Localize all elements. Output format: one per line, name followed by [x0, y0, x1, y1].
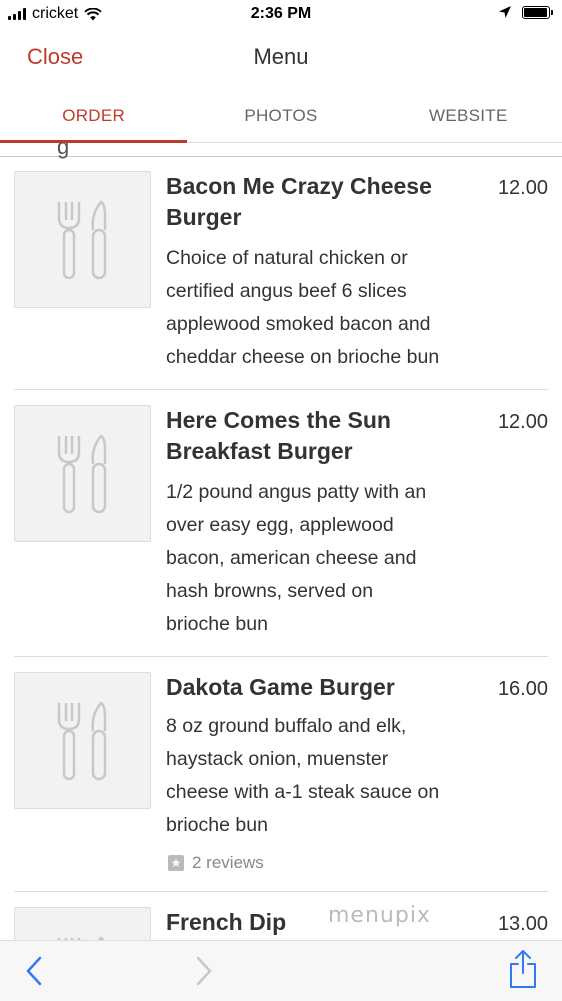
item-description: Choice of natural chicken or certified a… — [166, 242, 486, 374]
watermark: menupix — [328, 903, 431, 928]
description-line: Choice of natural chicken or — [166, 247, 408, 269]
fork-knife-icon — [57, 701, 107, 781]
item-thumbnail — [14, 171, 151, 308]
location-arrow-icon — [499, 6, 511, 18]
previous-section-edge: g — [0, 143, 562, 159]
tab-photos[interactable]: PHOTOS — [187, 86, 374, 142]
battery-fill — [524, 7, 548, 17]
item-name-line: Breakfast Burger — [166, 438, 353, 464]
item-name-line: Burger — [166, 204, 242, 230]
page-title: Menu — [253, 44, 309, 69]
description-line: 1/2 pound angus patty with an — [166, 481, 427, 503]
bottom-toolbar — [0, 940, 562, 1001]
item-price: 16.00 — [497, 678, 548, 700]
fork-knife-icon — [57, 434, 107, 514]
item-description: 1/2 pound angus patty with an over easy … — [166, 476, 486, 641]
description-line: certified angus beef 6 slices — [166, 280, 407, 302]
chevron-right-icon — [196, 956, 212, 986]
item-name-line: Bacon Me Crazy Cheese — [166, 173, 432, 199]
status-bar: cricket 2:36 PM — [0, 0, 562, 30]
divider — [14, 891, 548, 892]
description-line: hash browns, served on — [166, 580, 374, 602]
reviews-link[interactable]: ★ 2 reviews — [168, 853, 264, 873]
divider — [14, 656, 548, 657]
status-time: 2:36 PM — [250, 5, 312, 22]
chevron-left-icon — [26, 956, 42, 986]
navigation-bar: Close Menu — [0, 30, 562, 86]
share-button[interactable] — [508, 949, 538, 994]
item-price: 12.00 — [497, 177, 548, 199]
item-thumbnail — [14, 672, 151, 809]
description-line: brioche bun — [166, 613, 268, 635]
share-icon — [510, 950, 536, 988]
back-button[interactable] — [22, 953, 46, 994]
status-right — [498, 5, 553, 19]
item-price: 12.00 — [497, 411, 548, 433]
divider — [14, 389, 548, 390]
description-line: cheddar cheese on brioche bun — [166, 346, 440, 368]
description-line: over easy egg, applewood — [166, 514, 394, 536]
fork-knife-icon — [57, 200, 107, 280]
tab-website[interactable]: WEBSITE — [375, 86, 562, 142]
description-line: applewood smoked bacon and — [166, 313, 431, 335]
item-thumbnail — [14, 405, 151, 542]
item-price: 13.00 — [497, 913, 548, 935]
tab-order[interactable]: ORDER — [0, 86, 188, 143]
item-name-line: Here Comes the Sun — [166, 407, 391, 433]
description-line: cheese with a-1 steak sauce on — [166, 781, 440, 803]
battery-icon — [522, 5, 553, 19]
tab-bar: ORDER PHOTOS WEBSITE — [0, 86, 562, 143]
description-line: haystack onion, muenster — [166, 748, 389, 770]
item-thumbnail — [14, 907, 151, 940]
item-description: 8 oz ground buffalo and elk, haystack on… — [166, 710, 486, 842]
reviews-count: 2 reviews — [192, 853, 264, 872]
item-name: Here Comes the Sun Breakfast Burger — [166, 405, 466, 467]
item-name-line: Dakota Game Burger — [166, 674, 395, 700]
item-name: Bacon Me Crazy Cheese Burger — [166, 171, 466, 233]
item-name: Dakota Game Burger — [166, 672, 466, 703]
star-icon: ★ — [168, 855, 184, 871]
forward-button[interactable] — [192, 953, 216, 994]
description-line: 8 oz ground buffalo and elk, — [166, 715, 407, 737]
description-line: brioche bun — [166, 814, 268, 836]
description-line: bacon, american cheese and — [166, 547, 417, 569]
menu-list[interactable]: g Bacon Me Crazy Cheese Burger 12.00 Cho… — [0, 143, 562, 940]
